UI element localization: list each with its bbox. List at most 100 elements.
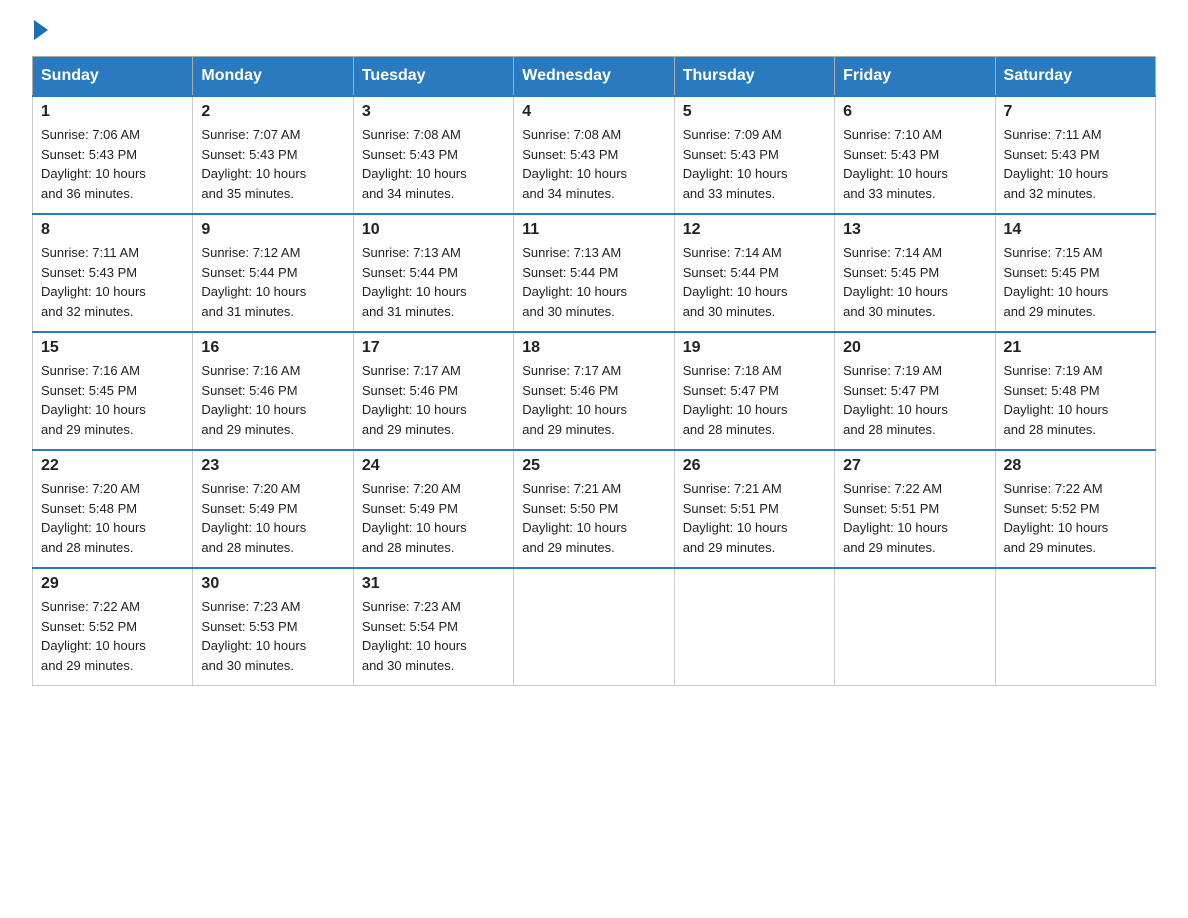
calendar-cell: 27 Sunrise: 7:22 AMSunset: 5:51 PMDayligh…: [835, 450, 995, 568]
day-info: Sunrise: 7:13 AMSunset: 5:44 PMDaylight:…: [522, 243, 665, 321]
calendar-cell: [995, 568, 1155, 686]
day-number: 24: [362, 457, 505, 475]
day-number: 27: [843, 457, 986, 475]
calendar-cell: 17 Sunrise: 7:17 AMSunset: 5:46 PMDayligh…: [353, 332, 513, 450]
calendar-cell: [835, 568, 995, 686]
day-number: 29: [41, 575, 184, 593]
day-info: Sunrise: 7:23 AMSunset: 5:53 PMDaylight:…: [201, 597, 344, 675]
day-number: 23: [201, 457, 344, 475]
day-number: 15: [41, 339, 184, 357]
day-info: Sunrise: 7:11 AMSunset: 5:43 PMDaylight:…: [1004, 125, 1147, 203]
day-number: 20: [843, 339, 986, 357]
calendar-cell: [514, 568, 674, 686]
day-number: 22: [41, 457, 184, 475]
calendar-cell: 14 Sunrise: 7:15 AMSunset: 5:45 PMDayligh…: [995, 214, 1155, 332]
weekday-header-sunday: Sunday: [33, 57, 193, 97]
day-info: Sunrise: 7:21 AMSunset: 5:50 PMDaylight:…: [522, 479, 665, 557]
day-info: Sunrise: 7:15 AMSunset: 5:45 PMDaylight:…: [1004, 243, 1147, 321]
day-info: Sunrise: 7:09 AMSunset: 5:43 PMDaylight:…: [683, 125, 826, 203]
day-number: 5: [683, 103, 826, 121]
day-info: Sunrise: 7:22 AMSunset: 5:51 PMDaylight:…: [843, 479, 986, 557]
logo-line1: [32, 24, 48, 40]
calendar-cell: 31 Sunrise: 7:23 AMSunset: 5:54 PMDayligh…: [353, 568, 513, 686]
calendar-cell: 23 Sunrise: 7:20 AMSunset: 5:49 PMDayligh…: [193, 450, 353, 568]
day-number: 31: [362, 575, 505, 593]
weekday-header-friday: Friday: [835, 57, 995, 97]
calendar-cell: 7Sunrise: 7:11 AMSunset: 5:43 PMDaylight…: [995, 96, 1155, 214]
day-info: Sunrise: 7:19 AMSunset: 5:47 PMDaylight:…: [843, 361, 986, 439]
calendar-cell: 2 Sunrise: 7:07 AMSunset: 5:43 PMDaylight…: [193, 96, 353, 214]
day-number: 6: [843, 103, 986, 121]
day-number: 4: [522, 103, 665, 121]
day-info: Sunrise: 7:19 AMSunset: 5:48 PMDaylight:…: [1004, 361, 1147, 439]
day-number: 30: [201, 575, 344, 593]
logo: [32, 24, 48, 36]
calendar-cell: 21 Sunrise: 7:19 AMSunset: 5:48 PMDayligh…: [995, 332, 1155, 450]
day-number: 8: [41, 221, 184, 239]
day-info: Sunrise: 7:14 AMSunset: 5:44 PMDaylight:…: [683, 243, 826, 321]
day-info: Sunrise: 7:20 AMSunset: 5:49 PMDaylight:…: [201, 479, 344, 557]
calendar-cell: 6 Sunrise: 7:10 AMSunset: 5:43 PMDaylight…: [835, 96, 995, 214]
calendar-cell: 26Sunrise: 7:21 AMSunset: 5:51 PMDayligh…: [674, 450, 834, 568]
day-number: 2: [201, 103, 344, 121]
day-number: 14: [1004, 221, 1147, 239]
day-info: Sunrise: 7:13 AMSunset: 5:44 PMDaylight:…: [362, 243, 505, 321]
day-number: 26: [683, 457, 826, 475]
day-number: 21: [1004, 339, 1147, 357]
calendar-cell: 19 Sunrise: 7:18 AMSunset: 5:47 PMDayligh…: [674, 332, 834, 450]
calendar-cell: [674, 568, 834, 686]
calendar-week-row: 22 Sunrise: 7:20 AMSunset: 5:48 PMDayligh…: [33, 450, 1156, 568]
day-number: 19: [683, 339, 826, 357]
day-info: Sunrise: 7:20 AMSunset: 5:48 PMDaylight:…: [41, 479, 184, 557]
weekday-header-thursday: Thursday: [674, 57, 834, 97]
day-number: 3: [362, 103, 505, 121]
weekday-header-row: SundayMondayTuesdayWednesdayThursdayFrid…: [33, 57, 1156, 97]
logo-arrow-icon: [34, 20, 48, 40]
day-info: Sunrise: 7:08 AMSunset: 5:43 PMDaylight:…: [522, 125, 665, 203]
calendar-week-row: 1 Sunrise: 7:06 AMSunset: 5:43 PMDaylight…: [33, 96, 1156, 214]
calendar-cell: 15 Sunrise: 7:16 AMSunset: 5:45 PMDayligh…: [33, 332, 193, 450]
day-number: 16: [201, 339, 344, 357]
calendar-cell: 4 Sunrise: 7:08 AMSunset: 5:43 PMDaylight…: [514, 96, 674, 214]
day-info: Sunrise: 7:12 AMSunset: 5:44 PMDaylight:…: [201, 243, 344, 321]
calendar-cell: 9 Sunrise: 7:12 AMSunset: 5:44 PMDaylight…: [193, 214, 353, 332]
calendar-cell: 13Sunrise: 7:14 AMSunset: 5:45 PMDayligh…: [835, 214, 995, 332]
day-info: Sunrise: 7:23 AMSunset: 5:54 PMDaylight:…: [362, 597, 505, 675]
day-info: Sunrise: 7:16 AMSunset: 5:46 PMDaylight:…: [201, 361, 344, 439]
day-number: 11: [522, 221, 665, 239]
calendar-cell: 18 Sunrise: 7:17 AMSunset: 5:46 PMDayligh…: [514, 332, 674, 450]
day-number: 10: [362, 221, 505, 239]
calendar-cell: 10 Sunrise: 7:13 AMSunset: 5:44 PMDayligh…: [353, 214, 513, 332]
day-number: 18: [522, 339, 665, 357]
day-info: Sunrise: 7:22 AMSunset: 5:52 PMDaylight:…: [41, 597, 184, 675]
day-info: Sunrise: 7:14 AMSunset: 5:45 PMDaylight:…: [843, 243, 986, 321]
weekday-header-tuesday: Tuesday: [353, 57, 513, 97]
day-info: Sunrise: 7:07 AMSunset: 5:43 PMDaylight:…: [201, 125, 344, 203]
day-info: Sunrise: 7:17 AMSunset: 5:46 PMDaylight:…: [362, 361, 505, 439]
calendar-cell: 12Sunrise: 7:14 AMSunset: 5:44 PMDayligh…: [674, 214, 834, 332]
weekday-header-saturday: Saturday: [995, 57, 1155, 97]
weekday-header-monday: Monday: [193, 57, 353, 97]
day-number: 1: [41, 103, 184, 121]
day-number: 17: [362, 339, 505, 357]
day-info: Sunrise: 7:16 AMSunset: 5:45 PMDaylight:…: [41, 361, 184, 439]
calendar-week-row: 8Sunrise: 7:11 AMSunset: 5:43 PMDaylight…: [33, 214, 1156, 332]
day-info: Sunrise: 7:18 AMSunset: 5:47 PMDaylight:…: [683, 361, 826, 439]
calendar-cell: 30 Sunrise: 7:23 AMSunset: 5:53 PMDayligh…: [193, 568, 353, 686]
page-header: [32, 24, 1156, 36]
calendar-cell: 29 Sunrise: 7:22 AMSunset: 5:52 PMDayligh…: [33, 568, 193, 686]
calendar-week-row: 15 Sunrise: 7:16 AMSunset: 5:45 PMDayligh…: [33, 332, 1156, 450]
day-info: Sunrise: 7:06 AMSunset: 5:43 PMDaylight:…: [41, 125, 184, 203]
calendar-cell: 16 Sunrise: 7:16 AMSunset: 5:46 PMDayligh…: [193, 332, 353, 450]
calendar-cell: 22 Sunrise: 7:20 AMSunset: 5:48 PMDayligh…: [33, 450, 193, 568]
day-number: 9: [201, 221, 344, 239]
calendar-cell: 28Sunrise: 7:22 AMSunset: 5:52 PMDayligh…: [995, 450, 1155, 568]
calendar-week-row: 29 Sunrise: 7:22 AMSunset: 5:52 PMDayligh…: [33, 568, 1156, 686]
calendar-cell: 24 Sunrise: 7:20 AMSunset: 5:49 PMDayligh…: [353, 450, 513, 568]
day-info: Sunrise: 7:17 AMSunset: 5:46 PMDaylight:…: [522, 361, 665, 439]
day-info: Sunrise: 7:20 AMSunset: 5:49 PMDaylight:…: [362, 479, 505, 557]
day-info: Sunrise: 7:08 AMSunset: 5:43 PMDaylight:…: [362, 125, 505, 203]
day-info: Sunrise: 7:10 AMSunset: 5:43 PMDaylight:…: [843, 125, 986, 203]
calendar-cell: 20 Sunrise: 7:19 AMSunset: 5:47 PMDayligh…: [835, 332, 995, 450]
day-info: Sunrise: 7:22 AMSunset: 5:52 PMDaylight:…: [1004, 479, 1147, 557]
